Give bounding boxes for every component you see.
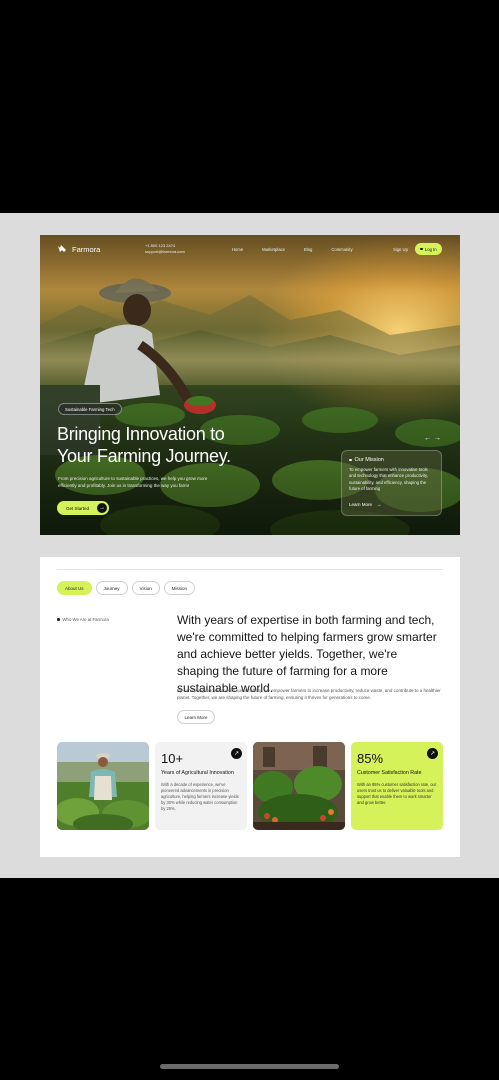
brand-name: Farmora — [72, 244, 101, 254]
leaf-logo-icon — [58, 245, 66, 252]
farmer-photo — [57, 742, 149, 830]
top-nav: Farmora +1 800 123 2474 support@farmora.… — [40, 235, 460, 265]
headline-line-2: Your Farming Journey. — [57, 446, 231, 466]
about-section: About Us Journey Vision Mission Who We A… — [40, 557, 460, 857]
nav-link-blog[interactable]: Blog — [304, 247, 312, 252]
arrow-left-icon[interactable]: ← — [424, 435, 431, 442]
signup-link[interactable]: Sign Up — [393, 247, 408, 252]
stat-number: 85% — [357, 751, 384, 766]
arrow-right-icon: → — [97, 503, 107, 513]
mission-title-text: Our Mission — [354, 457, 384, 463]
tab-journey[interactable]: Journey — [95, 581, 128, 595]
screen: Farmora +1 800 123 2474 support@farmora.… — [0, 0, 499, 1080]
nav-link-home[interactable]: Home — [232, 247, 243, 252]
mission-learn-more-label: Learn More — [349, 502, 373, 507]
stat-title: Customer Satisfaction Rate — [357, 770, 422, 776]
satisfaction-stat-card[interactable]: 85% Customer Satisfaction Rate With an 8… — [351, 742, 443, 830]
headline-line-1: Bringing Innovation to — [57, 424, 225, 444]
experience-stat-card[interactable]: 10+ Years of Agricultural Innovation Wit… — [155, 742, 247, 830]
about-statement: With years of expertise in both farming … — [177, 613, 437, 695]
bullet-icon — [57, 618, 60, 621]
mission-learn-more[interactable]: Learn More → — [349, 502, 382, 507]
arrow-up-right-icon[interactable]: ↗ — [427, 748, 438, 759]
brand-logo[interactable]: Farmora — [57, 244, 100, 254]
arrow-right-icon[interactable]: → — [434, 435, 441, 442]
tab-about-us[interactable]: About Us — [57, 581, 92, 595]
hero-headline: Bringing Innovation to Your Farming Jour… — [57, 423, 277, 467]
tab-mission[interactable]: Mission — [163, 581, 195, 595]
email-address[interactable]: support@farmora.com — [145, 249, 185, 255]
nav-link-marketplace[interactable]: Marketplace — [262, 247, 285, 252]
who-we-are-text: Who We Are at Farmora — [62, 617, 109, 622]
arrow-right-icon: → — [377, 502, 382, 507]
hero-section: Farmora +1 800 123 2474 support@farmora.… — [40, 235, 460, 535]
mission-title: Our Mission — [349, 457, 434, 463]
home-indicator[interactable] — [160, 1064, 339, 1069]
stat-description: With an 85% customer satisfaction rate, … — [357, 782, 437, 805]
arrow-up-right-icon[interactable]: ↗ — [231, 748, 242, 759]
contact-info: +1 800 123 2474 support@farmora.com — [145, 243, 185, 255]
hero-tag: Sustainable Farming Tech — [58, 403, 122, 415]
garden-photo-card — [253, 742, 345, 830]
section-divider — [57, 569, 443, 570]
stat-description: With a decade of experience, we've pione… — [161, 782, 239, 811]
get-started-button[interactable]: Get Started → — [57, 501, 109, 515]
mission-card: Our Mission To empower farmers with inno… — [341, 450, 442, 516]
nav-links: Home Marketplace Blog Community — [232, 247, 353, 252]
login-button[interactable]: Log In — [415, 243, 442, 255]
login-label: Log In — [424, 246, 437, 252]
slider-arrows: ← → — [424, 435, 441, 442]
stat-number: 10+ — [161, 751, 184, 766]
learn-more-button[interactable]: Learn More — [177, 710, 215, 724]
stats-cards: 10+ Years of Agricultural Innovation Wit… — [57, 742, 443, 830]
bullet-icon — [349, 458, 352, 462]
tab-vision[interactable]: Vision — [131, 581, 160, 595]
farmer-photo-card — [57, 742, 149, 830]
garden-photo — [253, 742, 345, 830]
nav-link-community[interactable]: Community — [331, 247, 352, 252]
mission-text: To empower farmers with innovative tools… — [349, 467, 428, 491]
hero-description: From precision agriculture to sustainabl… — [58, 476, 208, 488]
who-we-are-label: Who We Are at Farmora — [57, 617, 109, 622]
about-tabs: About Us Journey Vision Mission — [57, 581, 195, 595]
about-body: By combining innovation with sustainabil… — [177, 688, 441, 700]
get-started-label: Get Started — [66, 505, 90, 511]
dot-icon — [420, 247, 423, 251]
stat-title: Years of Agricultural Innovation — [161, 770, 234, 776]
